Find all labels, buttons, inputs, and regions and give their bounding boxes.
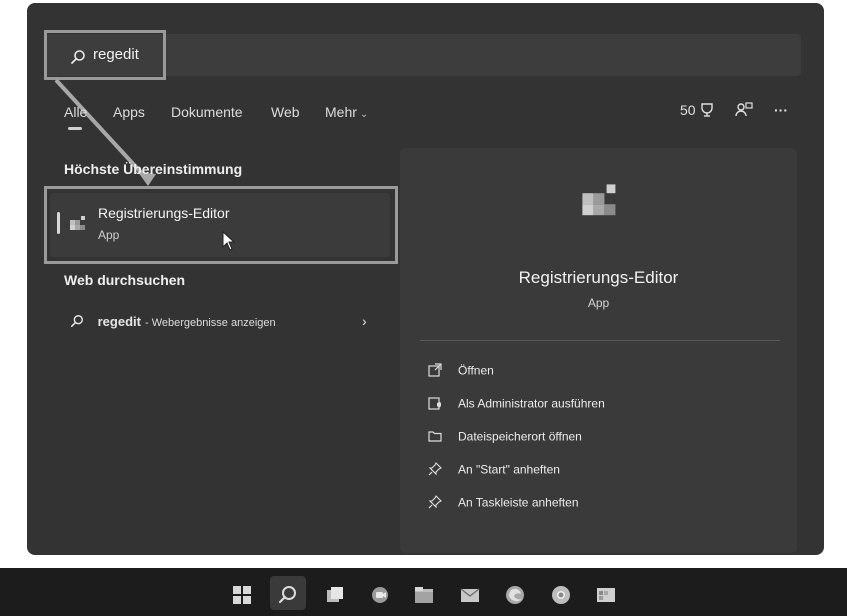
chat-icon[interactable] <box>370 585 390 605</box>
action-run-as-admin[interactable]: Als Administrator ausführen <box>428 396 605 413</box>
registry-editor-icon <box>68 214 88 239</box>
more-options-button[interactable]: ··· <box>774 102 788 118</box>
tab-mehr[interactable]: Mehr ⌄ <box>325 104 368 120</box>
rewards-points[interactable]: 50 <box>680 102 715 118</box>
divider <box>420 340 780 341</box>
best-match-heading: Höchste Übereinstimmung <box>64 161 243 177</box>
search-icon <box>70 314 98 329</box>
start-icon[interactable] <box>232 585 252 605</box>
action-label: An Taskleiste anheften <box>458 495 579 510</box>
action-label: Als Administrator ausführen <box>458 396 605 411</box>
action-open[interactable]: Öffnen <box>428 363 494 380</box>
tab-alle[interactable]: Alle <box>64 104 87 120</box>
chevron-down-icon: ⌄ <box>359 109 369 120</box>
web-search-result[interactable]: regedit - Webergebnisse anzeigen <box>70 314 276 329</box>
account-switch-icon[interactable] <box>735 102 753 121</box>
pin-icon <box>428 462 444 479</box>
web-search-action: - Webergebnisse anzeigen <box>144 317 276 329</box>
web-search-heading: Web durchsuchen <box>64 272 186 288</box>
tab-active-indicator <box>68 127 82 130</box>
result-title: Registrierungs-Editor <box>98 205 230 221</box>
action-label: An "Start" anheften <box>458 462 560 477</box>
web-search-query: regedit <box>97 314 141 329</box>
result-subtitle: App <box>98 228 120 242</box>
action-pin-start[interactable]: An "Start" anheften <box>428 462 560 479</box>
best-match-result[interactable] <box>50 193 390 257</box>
file-explorer-icon[interactable] <box>414 585 434 605</box>
tab-dokumente[interactable]: Dokumente <box>171 104 243 120</box>
edge-icon[interactable] <box>505 585 525 605</box>
mail-icon[interactable] <box>460 585 480 605</box>
action-label: Dateispeicherort öffnen <box>458 429 582 444</box>
folder-icon <box>428 429 444 446</box>
tab-mehr-label: Mehr <box>325 104 357 120</box>
preview-subtitle: App <box>587 296 610 310</box>
search-icon[interactable] <box>278 585 298 605</box>
chevron-right-icon[interactable]: › <box>362 313 367 329</box>
action-open-file-location[interactable]: Dateispeicherort öffnen <box>428 429 582 446</box>
registry-editor-icon[interactable] <box>596 585 616 605</box>
preview-title: Registrierungs-Editor <box>518 268 679 287</box>
chrome-icon[interactable] <box>551 585 571 605</box>
registry-editor-large-icon <box>578 180 622 229</box>
shield-admin-icon <box>428 396 444 413</box>
pin-icon <box>428 495 444 512</box>
selection-indicator <box>57 212 60 234</box>
task-view-icon[interactable] <box>325 585 345 605</box>
trophy-icon <box>699 102 715 118</box>
tab-web[interactable]: Web <box>271 104 300 120</box>
open-external-icon <box>428 363 444 380</box>
points-value: 50 <box>680 102 696 118</box>
mouse-cursor-icon <box>222 230 236 256</box>
tab-apps[interactable]: Apps <box>113 104 145 120</box>
action-label: Öffnen <box>458 363 494 378</box>
action-pin-taskbar[interactable]: An Taskleiste anheften <box>428 495 579 512</box>
